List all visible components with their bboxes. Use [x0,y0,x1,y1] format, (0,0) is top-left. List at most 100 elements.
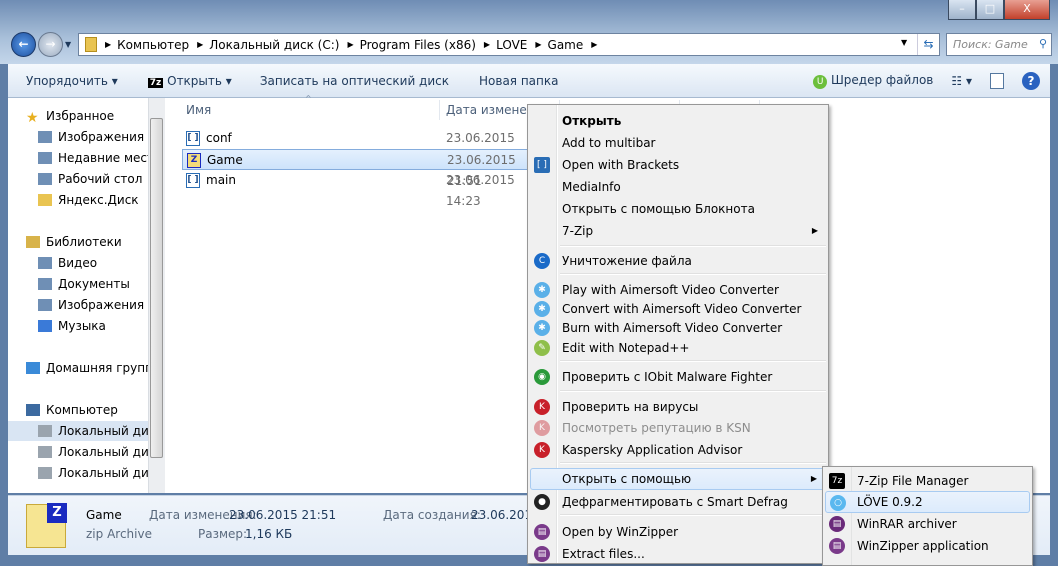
menu-item[interactable]: 7-Zip ▶ [530,220,826,242]
search-input[interactable]: Поиск: Game ⚲ [946,33,1052,56]
size-value: 1,16 КБ [245,527,293,541]
sidebar-item-label: Документы [58,277,130,291]
recent-pages-dropdown[interactable]: ▼ [65,40,71,49]
new-folder-button[interactable]: Новая папка [479,74,558,88]
address-bar[interactable]: ▶ Компьютер ▶ Локальный диск (C:) ▶ Program… [78,33,940,56]
menu-item[interactable]: ✱ Burn with Aimersoft Video Converter [530,317,826,339]
menu-item[interactable]: 7z 7-Zip File Manager [825,470,1030,492]
menu-item[interactable]: ✎ Edit with Notepad++ [530,337,826,359]
file-row[interactable]: [ ] main 23.06.2015 14:23 [182,170,534,208]
kaspersky-icon: K [534,399,550,415]
menu-item[interactable]: ▤ Extract files... [530,543,826,565]
help-button[interactable]: ? [1022,71,1040,90]
menu-item-label: Посмотреть репутацию в KSN [562,421,751,435]
menu-item-label: Проверить на вирусы [562,400,699,414]
organize-button[interactable]: Упорядочить ▾ [26,74,118,88]
open-button[interactable]: 7z Открыть ▾ [147,74,232,88]
preview-pane-button[interactable] [990,72,1004,89]
sidebar-item[interactable]: ★ Избранное [8,106,150,126]
context-menu: Открыть Add to multibar [ ] Open with Brack… [527,104,829,564]
menu-item-label: Edit with Notepad++ [562,341,690,355]
menu-item[interactable]: Открыть с помощью ▶ [530,468,826,490]
column-header-name[interactable]: Имя [180,100,440,120]
pictures-icon [38,131,52,143]
menu-item[interactable]: C Уничтожение файла [530,250,826,272]
sidebar-item-label: Рабочий стол [58,172,143,186]
sidebar-item[interactable]: Домашняя группа [8,358,150,378]
breadcrumb-computer[interactable]: Компьютер [117,38,189,52]
sidebar-item-label: Недавние места [58,151,150,165]
menu-item-label: Extract files... [562,547,645,561]
scrollbar-thumb[interactable] [150,118,163,458]
menu-item[interactable]: ▤ Open by WinZipper [530,521,826,543]
menu-item-label: Convert with Aimersoft Video Converter [562,302,802,316]
menu-item-label: LÖVE 0.9.2 [857,495,923,509]
menu-item-label: Открыть [562,114,622,128]
menu-item[interactable]: Открыть с помощью Блокнота [530,198,826,220]
sidebar-item[interactable]: Компьютер [8,400,150,420]
created-label: Дата создания: [383,508,481,522]
address-history-dropdown[interactable]: ▼ [901,38,907,47]
breadcrumb-love[interactable]: LOVE [496,38,527,52]
file-row-selected[interactable]: Z Game 23.06.2015 21:51 [182,149,534,188]
modified-value: 23.06.2015 21:51 [229,508,337,522]
breadcrumb-drive[interactable]: Локальный диск (C:) [209,38,339,52]
forward-button[interactable]: → [38,32,63,57]
sidebar-item[interactable]: Видео [8,253,150,273]
menu-item-label: Add to multibar [562,136,656,150]
sidebar-item-label: Яндекс.Диск [58,193,139,207]
menu-item[interactable]: Открыть [530,110,826,132]
menu-item[interactable]: Add to multibar [530,132,826,154]
iobit-unlocker-icon: U [813,74,828,89]
menu-item[interactable]: ▤ WinRAR archiver [825,513,1030,535]
burn-button[interactable]: Записать на оптический диск [260,74,449,88]
menu-item[interactable]: [ ] Open with Brackets [530,154,826,176]
file-row[interactable]: [ ]conf23.06.2015 14:21 [182,128,534,166]
menu-item-label: Play with Aimersoft Video Converter [562,283,779,297]
sidebar-item[interactable]: Изображения [8,295,150,315]
menu-item[interactable]: ◉ Проверить с IObit Malware Fighter [530,366,826,388]
sidebar-item[interactable]: Рабочий стол [8,169,150,189]
back-button[interactable]: ← [11,32,36,57]
maximize-button[interactable]: □ [976,0,1004,20]
menu-item[interactable]: ○ LÖVE 0.9.2 [825,491,1030,513]
brackets-icon: [ ] [534,157,550,173]
sidebar-item[interactable]: Яндекс.Диск [8,190,150,210]
folder-icon [85,37,97,52]
breadcrumb-game[interactable]: Game [548,38,584,52]
sidebar-item[interactable]: Библиотеки [8,232,150,252]
menu-item[interactable]: ● Дефрагментировать с Smart Defrag [530,491,826,513]
menu-item[interactable]: MediaInfo [530,176,826,198]
menu-item[interactable]: K Kaspersky Application Advisor [530,439,826,461]
size-label: Размер: [198,527,248,541]
close-button[interactable]: X [1004,0,1050,20]
menu-separator [560,273,826,275]
sidebar-item-label: Видео [58,256,98,270]
sidebar-item[interactable]: Музыка [8,316,150,336]
breadcrumb-program-files[interactable]: Program Files (x86) [360,38,476,52]
sidebar-item[interactable]: Изображения [8,127,150,147]
smart-defrag-icon: ● [534,494,550,510]
aimersoft-icon: ✱ [534,282,550,298]
pictures-icon [38,299,52,311]
refresh-icon[interactable]: ⇆ [917,34,939,55]
minimize-button[interactable]: – [948,0,976,20]
menu-item[interactable]: ▤ WinZipper application [825,535,1030,557]
menu-item[interactable]: K Посмотреть репутацию в KSN [530,417,826,439]
shredder-button[interactable]: U Шредер файлов [813,73,933,89]
menu-separator [560,360,826,362]
sidebar-item-label: Музыка [58,319,106,333]
view-options-button[interactable]: ☷ ▾ [951,74,972,88]
sidebar-item[interactable]: Локальный диск [8,421,150,441]
menu-separator [560,245,826,247]
7zip-icon: 7z [829,473,845,489]
sidebar-item[interactable]: Документы [8,274,150,294]
sidebar-item[interactable]: Недавние места [8,148,150,168]
sidebar-item-label: Библиотеки [46,235,122,249]
submenu-arrow-icon: ▶ [811,226,818,235]
sidebar-item[interactable]: Локальный диск [8,442,150,462]
menu-item-label: 7-Zip File Manager [857,474,969,488]
details-file-name: Game [86,508,122,522]
sidebar-item[interactable]: Локальный диск [8,463,150,483]
menu-item[interactable]: K Проверить на вирусы [530,396,826,418]
